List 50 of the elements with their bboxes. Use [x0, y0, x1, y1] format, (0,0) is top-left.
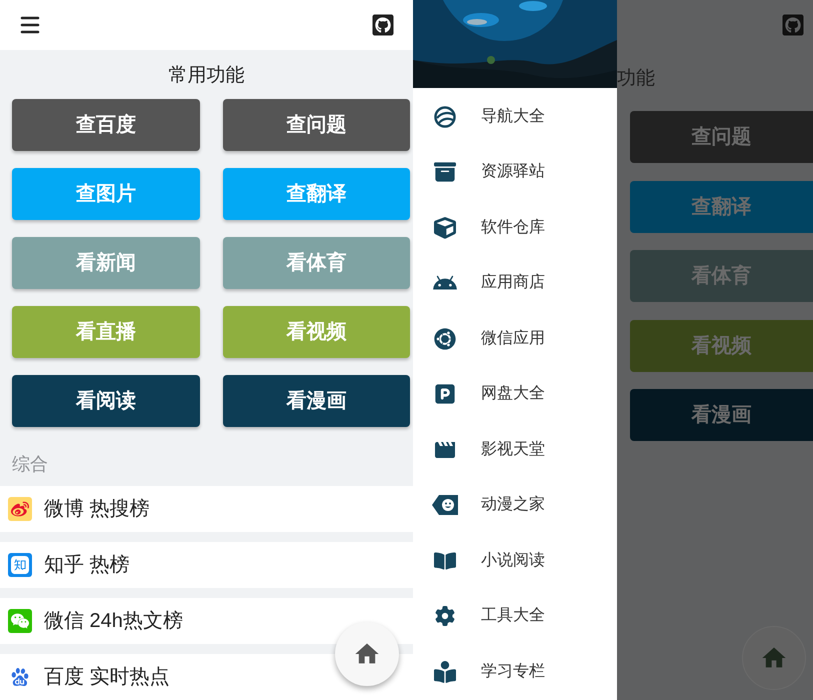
drawer-item[interactable]: 工具大全	[413, 588, 617, 644]
drawer-item-label: 动漫之家	[481, 494, 545, 516]
drawer-item-label: 学习专栏	[481, 662, 545, 682]
feature-button[interactable]: 查问题	[222, 98, 410, 151]
hot-list-item[interactable]: 百度 实时热点	[0, 654, 413, 700]
drawer-item-label: 工具大全	[481, 606, 545, 626]
section-label: 综合	[12, 454, 48, 474]
drawer-item-label: 应用商店	[481, 272, 545, 294]
drawer-item[interactable]: 网盘大全	[413, 366, 617, 422]
drawer-item-label: 软件仓库	[481, 218, 545, 238]
drawer-item[interactable]: 学习专栏	[413, 644, 617, 700]
section-title: 功能	[617, 68, 655, 89]
github-icon[interactable]	[371, 13, 395, 37]
hot-list-label: 百度 实时热点	[44, 665, 170, 690]
hot-list-item[interactable]: 微信 24h热文榜	[0, 598, 413, 644]
chat-bubbles-icon	[8, 609, 32, 633]
hot-list-label: 微信 24h热文榜	[44, 609, 183, 634]
drawer-item-label: 微信应用	[481, 328, 545, 349]
drawer-item-label: 影视天堂	[481, 440, 545, 460]
drawer-item[interactable]: 软件仓库	[413, 200, 617, 256]
drawer-item[interactable]: 导航大全	[413, 89, 617, 144]
cube-icon	[434, 216, 456, 239]
square-logo-icon	[8, 553, 32, 577]
globe-icon	[434, 106, 456, 128]
hot-list-item[interactable]: 微博 热搜榜	[0, 486, 413, 532]
feature-button[interactable]: 查百度	[12, 98, 200, 151]
drawer-item[interactable]: 影视天堂	[413, 422, 617, 478]
archive-box-icon	[434, 161, 456, 184]
hot-list-label: 微博 热搜榜	[44, 497, 150, 522]
eye-logo-icon	[8, 497, 32, 521]
feature-button[interactable]: 看阅读	[12, 374, 200, 427]
drawer-item[interactable]: 小说阅读	[413, 533, 617, 588]
drawer-item[interactable]: 微信应用	[413, 311, 617, 366]
smiley-tag-icon	[431, 494, 459, 516]
drawer-item-label: 导航大全	[481, 106, 545, 127]
drawer-item[interactable]: 应用商店	[413, 256, 617, 311]
drawer-item[interactable]: 动漫之家	[413, 478, 617, 533]
drawer-item-label: 网盘大全	[481, 384, 545, 404]
book-reader-icon	[434, 660, 456, 683]
gear-icon	[435, 606, 455, 626]
parking-icon	[434, 383, 456, 406]
section-title: 常用功能	[168, 64, 244, 88]
feature-button[interactable]: 看漫画	[222, 374, 410, 427]
drawer-item[interactable]: 资源驿站	[413, 144, 617, 200]
open-book-icon	[434, 550, 456, 572]
drawer-item-label: 小说阅读	[481, 550, 545, 571]
hot-list-label: 知乎 热榜	[44, 553, 130, 578]
hot-list-item[interactable]: 知乎 热榜	[0, 542, 413, 588]
drawer-item-label: 资源驿站	[481, 162, 545, 182]
circle-of-friends-icon	[434, 328, 456, 350]
